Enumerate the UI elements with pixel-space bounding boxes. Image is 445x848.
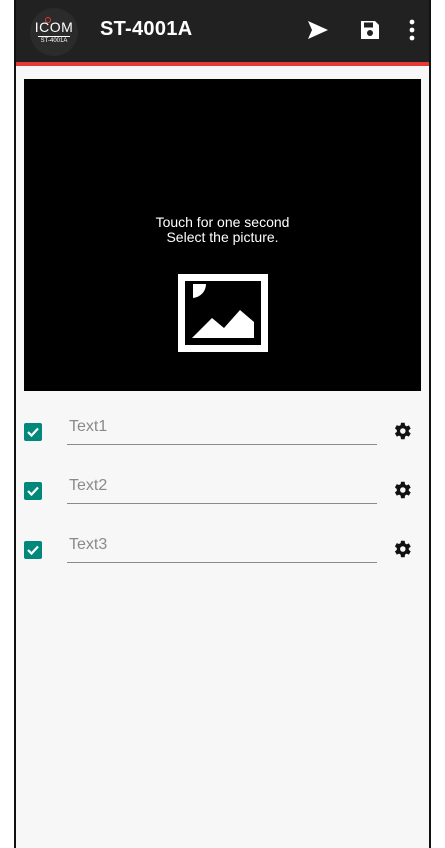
hint-line-2: Select the picture. (166, 229, 279, 245)
text3-field[interactable] (67, 528, 377, 563)
text-row-3 (16, 524, 429, 574)
text2-checkbox[interactable] (24, 482, 42, 500)
text2-field[interactable] (67, 469, 377, 504)
picture-area[interactable]: Touch for one second Select the picture. (24, 79, 421, 391)
check-icon (27, 427, 39, 438)
text1-checkbox[interactable] (24, 423, 42, 441)
gear-icon[interactable] (391, 420, 413, 442)
picture-hint: Touch for one second Select the picture. (24, 215, 421, 245)
check-icon (27, 486, 39, 497)
text3-checkbox[interactable] (24, 541, 42, 559)
logo-model: ST-4001A (37, 35, 71, 45)
send-icon (308, 21, 328, 39)
logo-brand: ICOM (34, 18, 74, 35)
icom-logo: ICOM ST-4001A (30, 8, 78, 56)
gear-icon[interactable] (391, 538, 413, 560)
gear-icon[interactable] (391, 479, 413, 501)
save-icon (361, 21, 379, 39)
check-icon (27, 545, 39, 556)
more-options-button[interactable] (396, 14, 428, 46)
text1-field[interactable] (67, 410, 377, 445)
hint-line-1: Touch for one second (155, 214, 290, 230)
app-title: ST-4001A (100, 18, 193, 40)
app-bar: ICOM ST-4001A ST-4001A (16, 0, 429, 66)
text-row-1 (16, 406, 429, 456)
image-icon (178, 274, 268, 352)
logo-dot (45, 17, 51, 23)
app-window: ICOM ST-4001A ST-4001A Touch for one sec… (14, 0, 431, 848)
save-button[interactable] (354, 14, 386, 46)
send-button[interactable] (302, 14, 334, 46)
more-vert-icon (409, 19, 415, 41)
text-row-2 (16, 465, 429, 515)
